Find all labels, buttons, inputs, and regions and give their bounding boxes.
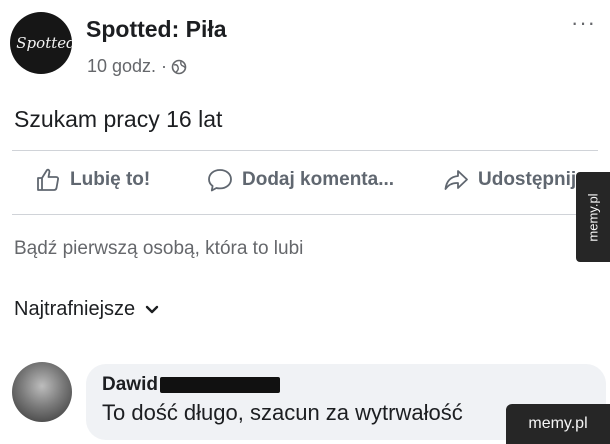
watermark-side: memy.pl: [576, 172, 610, 262]
like-icon: [37, 168, 59, 191]
page-name[interactable]: Spotted: Piła: [86, 16, 227, 43]
share-button[interactable]: Udostępnij: [442, 166, 576, 194]
comment-author[interactable]: Dawid: [102, 374, 280, 396]
page-avatar-text: Spotted: [16, 34, 72, 52]
post-time[interactable]: 10 godz. ·: [87, 56, 167, 77]
watermark-side-text: memy.pl: [585, 192, 601, 242]
page-avatar[interactable]: Spotted: [10, 12, 72, 74]
chevron-down-icon: [145, 305, 159, 313]
comment-button[interactable]: Dodaj komenta...: [206, 166, 394, 194]
comment-label: Dodaj komenta...: [242, 169, 395, 190]
comment-icon: [208, 169, 232, 192]
divider: [12, 150, 598, 151]
redaction-bar: [159, 377, 280, 393]
sort-label: Najtrafniejsze: [14, 298, 136, 320]
comment-author-name: Dawid: [102, 374, 158, 395]
globe-icon: [171, 59, 187, 74]
more-icon[interactable]: ···: [571, 10, 596, 36]
share-label: Udostępnij: [478, 169, 577, 190]
post-text: Szukam pracy 16 lat: [14, 106, 223, 132]
like-label: Lubię to!: [70, 169, 151, 190]
like-button[interactable]: Lubię to!: [34, 166, 150, 194]
comment-text: To dość długo, szacun za wytrwałość: [102, 400, 463, 425]
comment-sort-dropdown[interactable]: Najtrafniejsze: [14, 298, 159, 321]
post-meta: 10 godz. ·: [87, 56, 187, 77]
likes-summary: Bądź pierwszą osobą, która to lubi: [14, 238, 304, 259]
commenter-avatar[interactable]: [12, 362, 72, 422]
divider: [12, 214, 598, 215]
post-actions: Lubię to! Dodaj komenta... Udostępnij: [0, 166, 610, 206]
share-icon: [444, 170, 468, 190]
watermark-bottom: memy.pl: [506, 404, 610, 444]
